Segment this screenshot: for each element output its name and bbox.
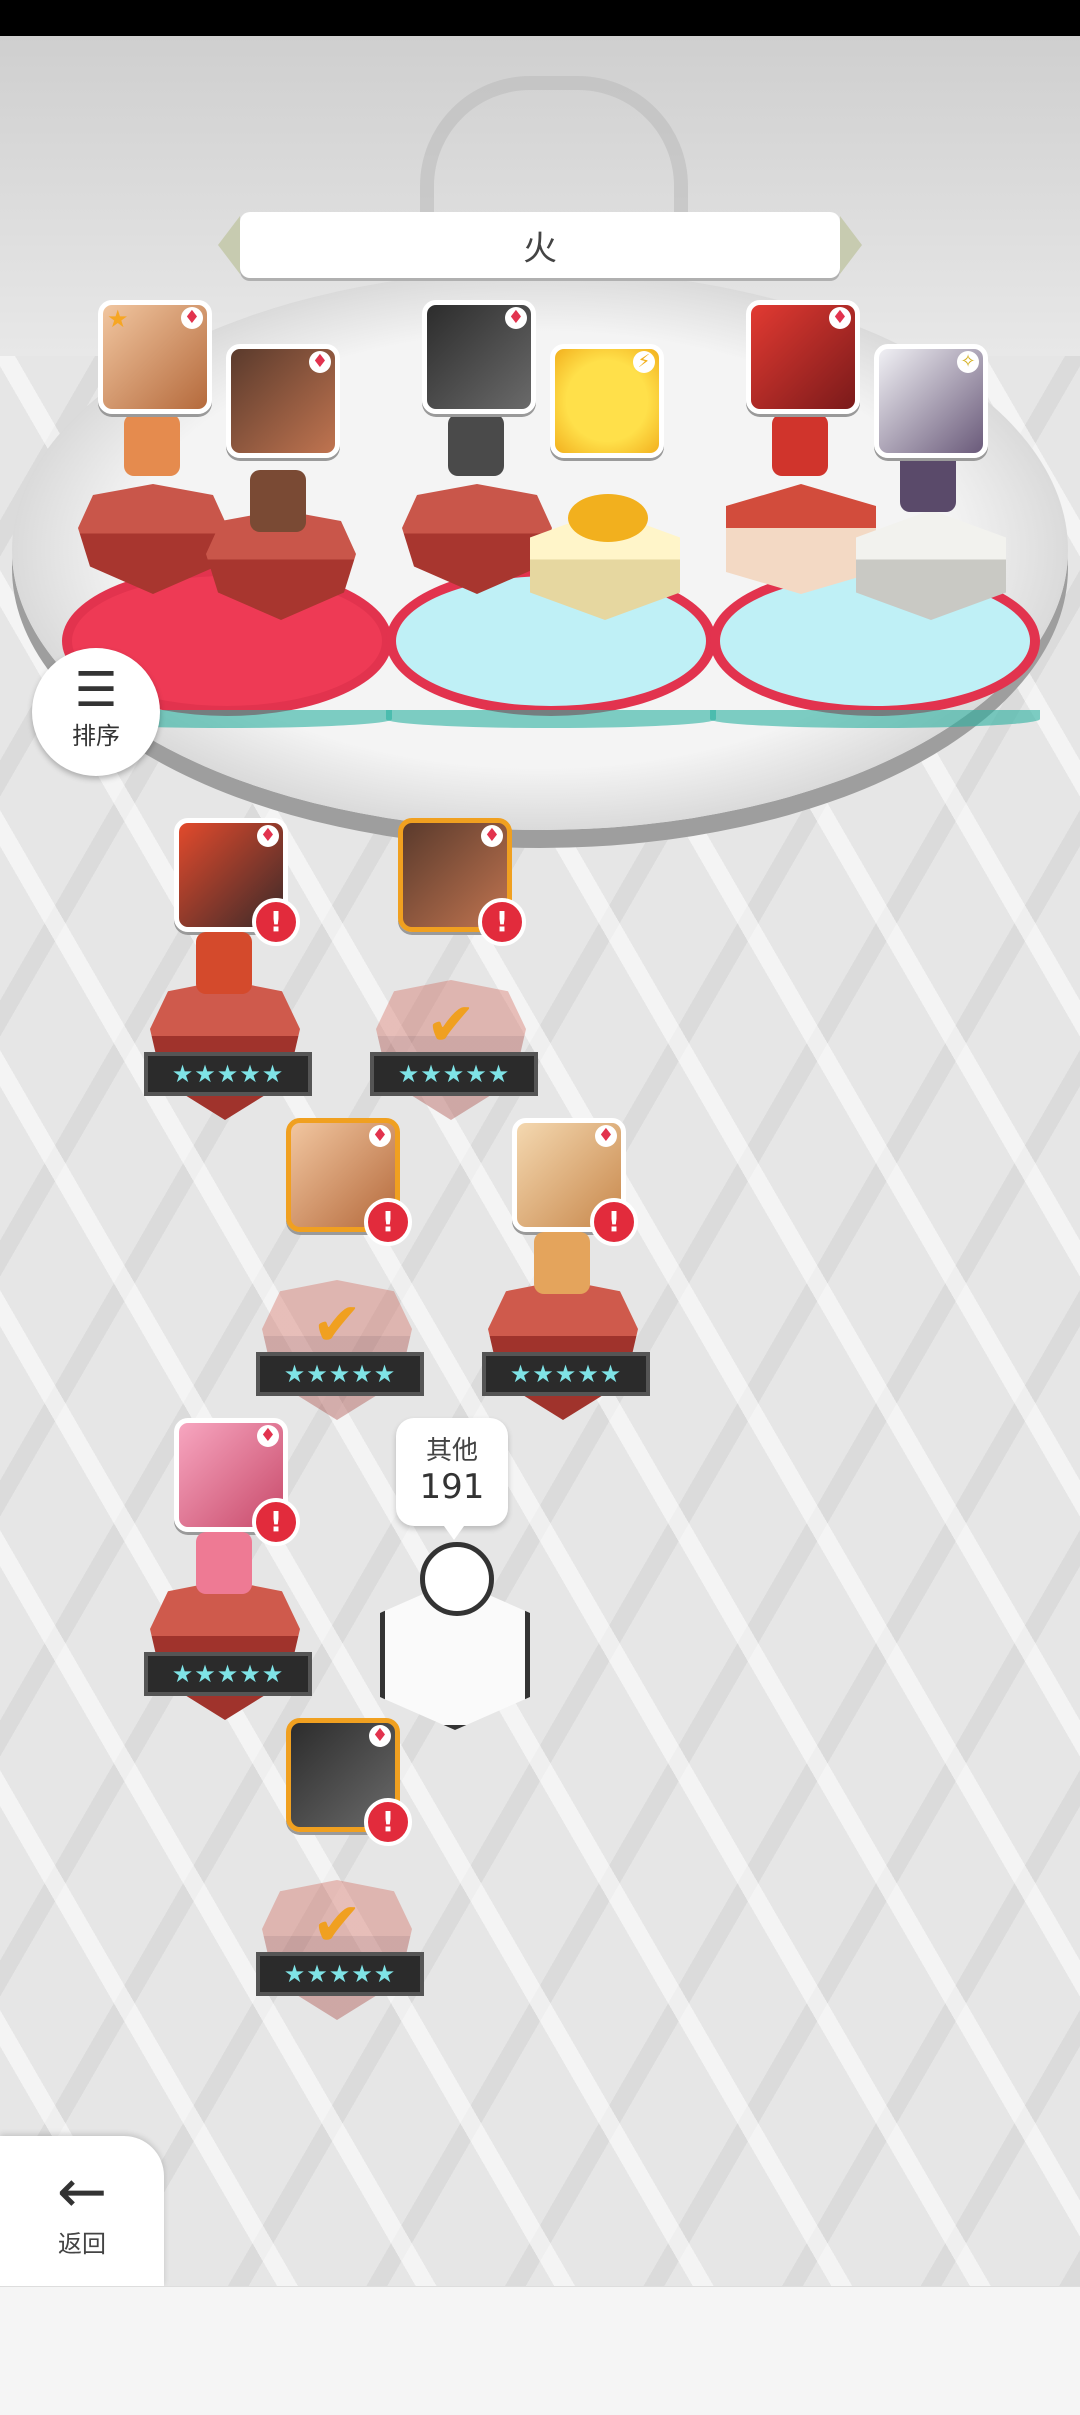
check-icon: ✔ bbox=[425, 990, 477, 1060]
alert-badge: ! bbox=[364, 1198, 412, 1246]
team-portrait-1[interactable]: ★ ♦ bbox=[98, 300, 212, 414]
team-portrait-6[interactable]: ✧ bbox=[874, 344, 988, 458]
star-rating: ★★★★★ bbox=[482, 1352, 650, 1396]
team-portrait-4[interactable]: ⚡ bbox=[550, 344, 664, 458]
star-rating: ★★★★★ bbox=[370, 1052, 538, 1096]
placeholder-character-icon bbox=[420, 1542, 494, 1616]
star-rating: ★★★★★ bbox=[256, 1952, 424, 1996]
character-sprite[interactable] bbox=[448, 414, 504, 476]
status-bar bbox=[0, 0, 1080, 36]
card-suit-icon: ♦ bbox=[181, 307, 203, 329]
card-suit-icon: ♦ bbox=[369, 1725, 391, 1747]
other-count: 191 bbox=[419, 1467, 485, 1507]
back-button[interactable]: ← 返回 bbox=[0, 2136, 164, 2286]
sort-button[interactable]: ☰ 排序 bbox=[32, 648, 160, 776]
team-portrait-3[interactable]: ♦ bbox=[422, 300, 536, 414]
other-count-bubble[interactable]: 其他 191 bbox=[396, 1418, 508, 1540]
leader-star-icon: ★ bbox=[107, 305, 129, 333]
back-arrow-icon: ← bbox=[56, 2157, 108, 2227]
card-suit-icon: ♦ bbox=[829, 307, 851, 329]
alert-badge: ! bbox=[252, 898, 300, 946]
alert-badge: ! bbox=[252, 1498, 300, 1546]
card-suit-icon: ♦ bbox=[309, 351, 331, 373]
character-sprite[interactable] bbox=[124, 414, 180, 476]
sort-button-label: 排序 bbox=[72, 722, 120, 750]
character-sprite bbox=[534, 1232, 590, 1294]
sort-icon: ☰ bbox=[74, 662, 118, 718]
card-suit-icon: ♦ bbox=[505, 307, 527, 329]
card-suit-icon: ♦ bbox=[595, 1125, 617, 1147]
character-sprite[interactable] bbox=[900, 450, 956, 512]
alert-badge: ! bbox=[590, 1198, 638, 1246]
lightning-icon: ⚡ bbox=[633, 351, 655, 373]
character-sprite bbox=[196, 1532, 252, 1594]
element-banner[interactable]: 火 bbox=[218, 212, 862, 278]
system-nav-bar bbox=[0, 2286, 1080, 2415]
card-suit-icon: ♦ bbox=[481, 825, 503, 847]
character-sprite[interactable] bbox=[568, 494, 648, 542]
sparkle-icon: ✧ bbox=[957, 351, 979, 373]
character-sprite[interactable] bbox=[772, 414, 828, 476]
card-suit-icon: ♦ bbox=[257, 825, 279, 847]
other-label: 其他 bbox=[425, 1436, 478, 1466]
team-portrait-2[interactable]: ♦ bbox=[226, 344, 340, 458]
star-rating: ★★★★★ bbox=[256, 1352, 424, 1396]
check-icon: ✔ bbox=[311, 1290, 363, 1360]
alert-badge: ! bbox=[364, 1798, 412, 1846]
alert-badge: ! bbox=[478, 898, 526, 946]
star-rating: ★★★★★ bbox=[144, 1652, 312, 1696]
character-sprite bbox=[196, 932, 252, 994]
star-rating: ★★★★★ bbox=[144, 1052, 312, 1096]
back-button-label: 返回 bbox=[58, 2230, 106, 2258]
team-pedestal bbox=[726, 484, 876, 594]
team-portrait-5[interactable]: ♦ bbox=[746, 300, 860, 414]
element-label: 火 bbox=[523, 228, 557, 269]
character-sprite[interactable] bbox=[250, 470, 306, 532]
card-suit-icon: ♦ bbox=[369, 1125, 391, 1147]
check-icon: ✔ bbox=[311, 1890, 363, 1960]
card-suit-icon: ♦ bbox=[257, 1425, 279, 1447]
